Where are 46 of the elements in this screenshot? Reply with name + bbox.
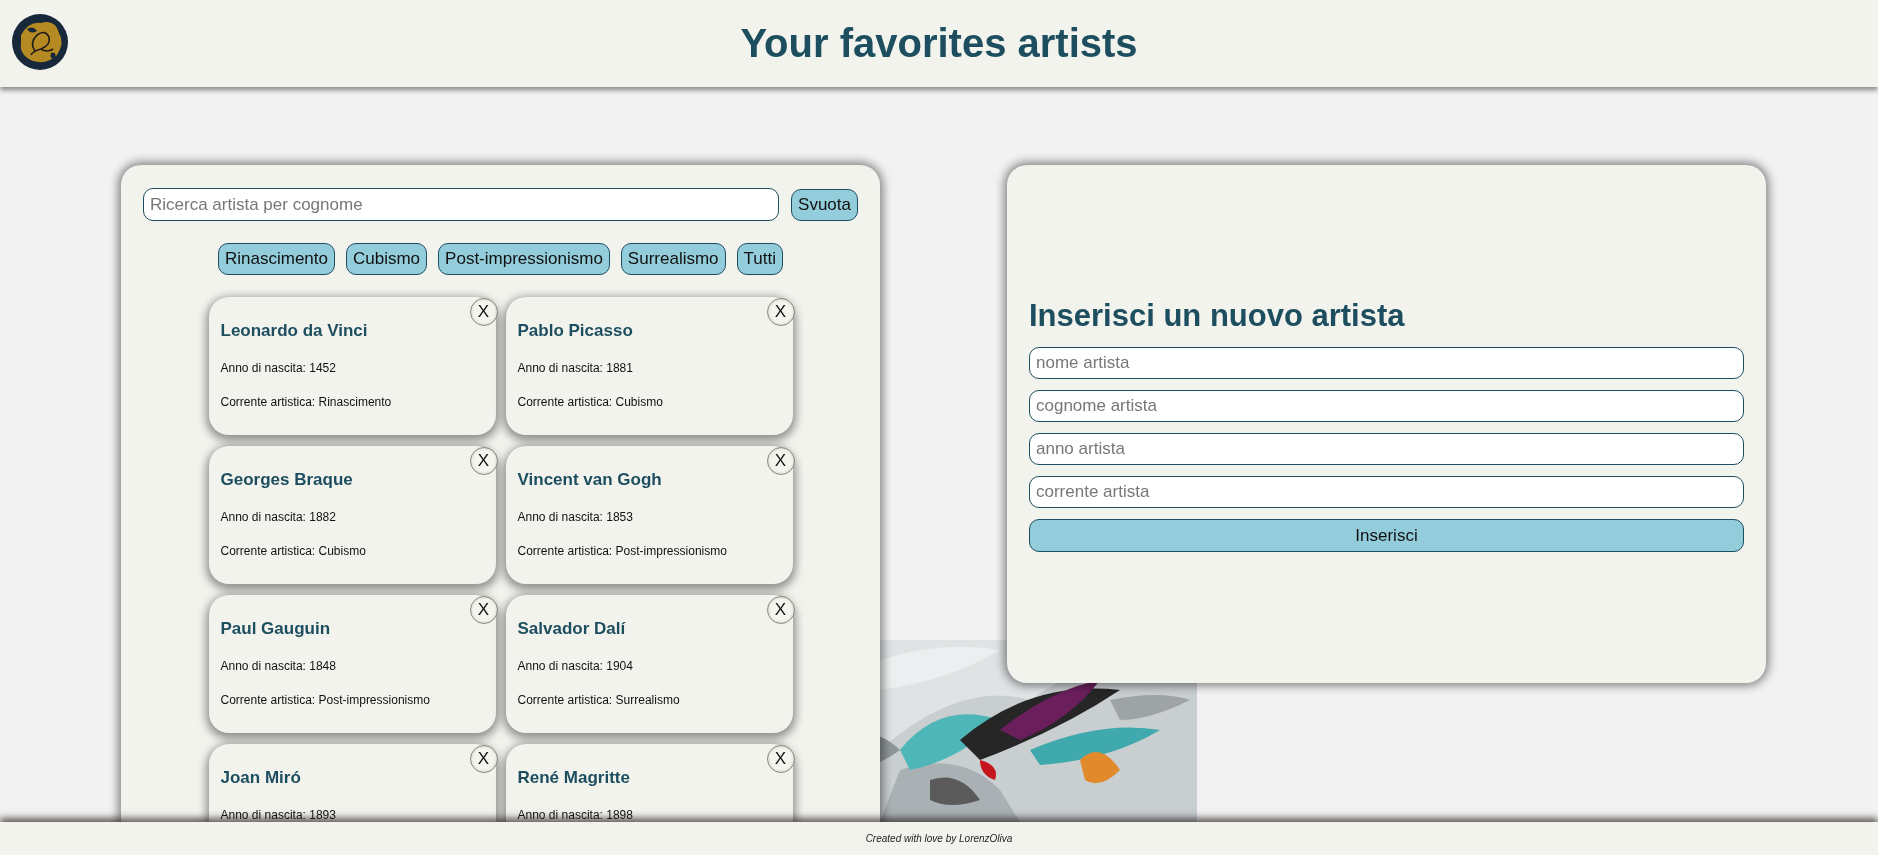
filter-button[interactable]: Tutti: [736, 243, 783, 275]
art-movement: Corrente artistica: Post-impressionismo: [517, 544, 728, 558]
input-field[interactable]: corrente artista: [1029, 476, 1744, 508]
footer-credit: Created with love by LorenzOliva: [865, 833, 1013, 844]
art-movement: Corrente artistica: Post-impressionismo: [220, 693, 431, 707]
artist-name: Joan Miró: [220, 768, 302, 788]
birth-year: Anno di nascita: 1848: [220, 659, 337, 673]
filter-button[interactable]: Rinascimento: [218, 243, 335, 275]
close-button[interactable]: X: [469, 298, 498, 326]
birth-year: Anno di nascita: 1881: [517, 361, 634, 375]
artist-name: Pablo Picasso: [517, 321, 634, 341]
artist-name: Paul Gauguin: [220, 619, 332, 639]
form-title: Inserisci un nuovo artista: [1029, 298, 1406, 334]
art-movement: Corrente artistica: Cubismo: [517, 395, 664, 409]
filter-button[interactable]: Surrealismo: [620, 243, 726, 275]
artist-name: Vincent van Gogh: [517, 470, 663, 490]
artist-name: Georges Braque: [220, 470, 354, 490]
birth-year: Anno di nascita: 1898: [517, 808, 634, 822]
page-title: Your favorites artists: [740, 21, 1138, 66]
filter-button[interactable]: Cubismo: [346, 243, 428, 275]
artist-name: Salvador Dalí: [517, 619, 627, 639]
birth-year: Anno di nascita: 1853: [517, 510, 634, 524]
close-button[interactable]: X: [766, 596, 795, 624]
birth-year: Anno di nascita: 1893: [220, 808, 337, 822]
logo-icon: [11, 13, 69, 71]
art-movement: Corrente artistica: Rinascimento: [220, 395, 393, 409]
birth-year: Anno di nascita: 1904: [517, 659, 634, 673]
art-movement: Corrente artistica: Surrealismo: [517, 693, 681, 707]
close-button[interactable]: X: [469, 447, 498, 475]
clear-button[interactable]: Svuota: [791, 188, 858, 221]
close-button[interactable]: X: [469, 745, 498, 773]
close-button[interactable]: X: [766, 298, 795, 326]
artist-name: Leonardo da Vinci: [220, 321, 369, 341]
submit-button[interactable]: Inserisci: [1029, 519, 1744, 552]
art-movement: Corrente artistica: Cubismo: [220, 544, 367, 558]
close-button[interactable]: X: [766, 447, 795, 475]
search-field[interactable]: Ricerca artista per cognome: [143, 188, 780, 221]
birth-year: Anno di nascita: 1452: [220, 361, 337, 375]
birth-year: Anno di nascita: 1882: [220, 510, 337, 524]
artist-name: René Magritte: [517, 768, 631, 788]
filter-button[interactable]: Post-impressionismo: [438, 243, 610, 275]
input-field[interactable]: anno artista: [1029, 433, 1744, 465]
close-button[interactable]: X: [469, 596, 498, 624]
input-field[interactable]: cognome artista: [1029, 390, 1744, 422]
close-button[interactable]: X: [766, 745, 795, 773]
input-field[interactable]: nome artista: [1029, 347, 1744, 379]
